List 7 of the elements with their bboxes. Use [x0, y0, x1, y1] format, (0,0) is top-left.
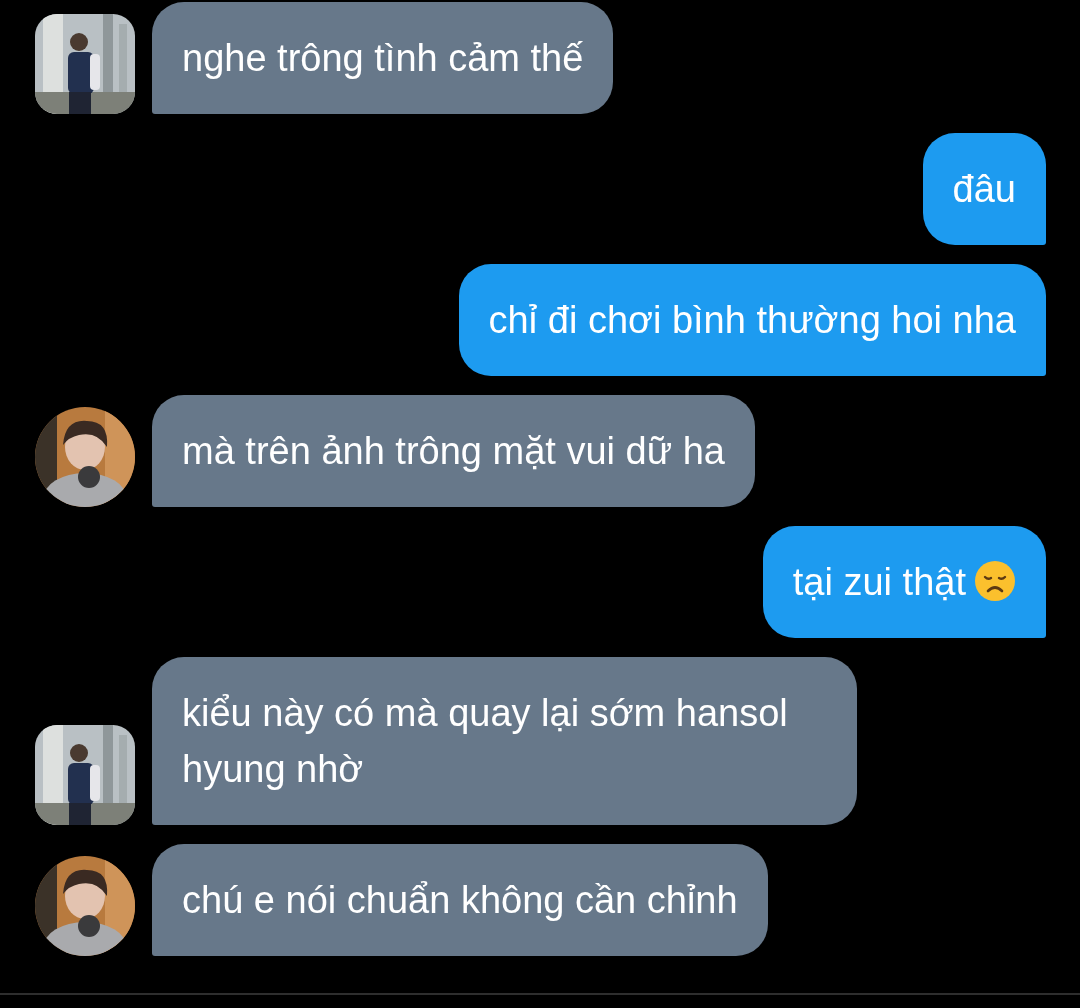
incoming-message-bubble: chú e nói chuẩn không cần chỉnh — [152, 844, 768, 956]
incoming-message-bubble: mà trên ảnh trông mặt vui dữ ha — [152, 395, 755, 507]
incoming-message-bubble: nghe trông tình cảm thế — [152, 2, 614, 114]
outgoing-message-bubble: đâu — [922, 133, 1046, 245]
outgoing-message-bubble: chỉ đi chơi bình thường hoi nha — [458, 264, 1046, 376]
incoming-message-bubble: kiểu này có mà quay lại sớm hansol hyung nhờ — [152, 657, 857, 825]
message-text: tại zui thật — [792, 561, 966, 603]
